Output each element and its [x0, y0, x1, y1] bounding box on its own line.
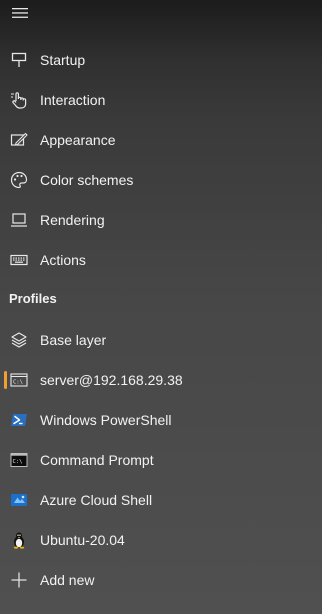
svg-text:C:\: C:\: [13, 459, 23, 465]
add-new-profile-button[interactable]: Add new: [0, 560, 322, 600]
profile-item-label: Command Prompt: [40, 452, 154, 468]
profile-item-base-layer[interactable]: Base layer: [0, 320, 322, 360]
settings-navigation-pane: Startup Interaction Appearance Color sch…: [0, 0, 322, 614]
profile-item-label: server@192.168.29.38: [40, 372, 183, 388]
profile-item-label: Base layer: [40, 332, 107, 348]
nav-item-label: Startup: [40, 52, 86, 68]
add-new-label: Add new: [40, 572, 95, 588]
hamburger-icon: [12, 7, 28, 19]
terminal-window-icon: C:\: [10, 371, 28, 389]
profile-item-label: Ubuntu-20.04: [40, 532, 125, 548]
startup-icon: [10, 51, 28, 69]
profile-item-label: Azure Cloud Shell: [40, 492, 153, 508]
profile-item-command-prompt[interactable]: C:\ Command Prompt: [0, 440, 322, 480]
profile-item-label: Windows PowerShell: [40, 412, 172, 428]
nav-item-interaction[interactable]: Interaction: [0, 80, 322, 120]
profile-item-windows-powershell[interactable]: Windows PowerShell: [0, 400, 322, 440]
azure-cloud-shell-icon: [10, 491, 28, 509]
keyboard-icon: [10, 251, 28, 269]
nav-item-label: Interaction: [40, 92, 106, 108]
nav-item-appearance[interactable]: Appearance: [0, 120, 322, 160]
svg-text:C:\: C:\: [13, 380, 23, 386]
nav-item-startup[interactable]: Startup: [0, 40, 322, 80]
menu-toggle-button[interactable]: [0, 0, 40, 26]
profile-item-azure-cloud-shell[interactable]: Azure Cloud Shell: [0, 480, 322, 520]
tux-icon: [10, 531, 28, 549]
cmd-icon: C:\: [10, 451, 28, 469]
nav-item-label: Appearance: [40, 132, 116, 148]
plus-icon: [10, 571, 28, 589]
pen-window-icon: [10, 131, 28, 149]
nav-item-label: Actions: [40, 252, 86, 268]
selection-indicator: [4, 371, 7, 389]
monitor-icon: [10, 211, 28, 229]
nav-item-label: Color schemes: [40, 172, 134, 188]
profile-item-ubuntu[interactable]: Ubuntu-20.04: [0, 520, 322, 560]
palette-icon: [10, 171, 28, 189]
profile-item-server[interactable]: C:\ server@192.168.29.38: [0, 360, 322, 400]
nav-item-rendering[interactable]: Rendering: [0, 200, 322, 240]
nav-item-color-schemes[interactable]: Color schemes: [0, 160, 322, 200]
hand-pointer-icon: [10, 91, 28, 109]
profiles-section-header: Profiles: [9, 291, 57, 306]
nav-item-label: Rendering: [40, 212, 105, 228]
powershell-icon: [10, 411, 28, 429]
layers-icon: [10, 331, 28, 349]
nav-item-actions[interactable]: Actions: [0, 240, 322, 280]
